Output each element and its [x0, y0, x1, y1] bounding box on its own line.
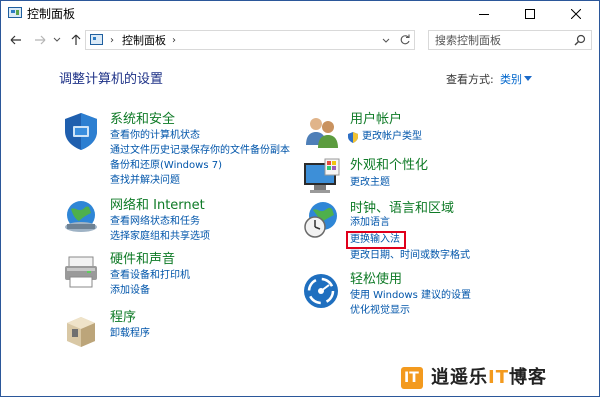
link-add-device[interactable]: 添加设备: [110, 285, 150, 297]
view-by-dropdown[interactable]: 类别: [500, 73, 522, 86]
up-arrow-icon: [71, 34, 81, 45]
minimize-icon: [479, 14, 489, 15]
control-panel-app-icon: [8, 7, 22, 18]
watermark: IT 逍遥乐IT博客: [401, 365, 591, 391]
personalization-monitor-icon: [304, 158, 340, 193]
category-title-system-security[interactable]: 系统和安全: [110, 112, 175, 127]
breadcrumb-control-panel[interactable]: 控制面板: [122, 34, 166, 47]
category-appearance: 外观和个性化 更改主题: [301, 157, 561, 197]
up-button[interactable]: [67, 31, 85, 49]
link-use-recommended-settings[interactable]: 使用 Windows 建议的设置: [350, 290, 471, 302]
maximize-button[interactable]: [507, 1, 553, 27]
close-button[interactable]: [553, 1, 599, 27]
uac-shield-icon: [348, 132, 358, 143]
watermark-text: 逍遥乐IT博客: [431, 367, 547, 388]
network-globe-icon: [65, 201, 97, 232]
forward-arrow-icon: [35, 35, 46, 45]
search-placeholder[interactable]: 搜索控制面板: [435, 34, 501, 47]
category-title-clock-region[interactable]: 时钟、语言和区域: [350, 201, 454, 216]
link-view-computer-status[interactable]: 查看你的计算机状态: [110, 130, 200, 142]
link-devices-printers[interactable]: 查看设备和打印机: [110, 270, 190, 282]
link-network-status[interactable]: 查看网络状态和任务: [110, 216, 200, 228]
page-title: 调整计算机的设置: [59, 72, 164, 87]
maximize-icon: [525, 9, 535, 19]
programs-box-icon: [67, 317, 95, 347]
view-by-label: 查看方式:: [446, 73, 494, 86]
link-file-history[interactable]: 通过文件历史记录保存你的文件备份副本: [110, 145, 290, 157]
title-bar[interactable]: 控制面板: [1, 1, 599, 27]
link-change-input-method[interactable]: 更换输入法: [350, 234, 400, 246]
category-hardware: 硬件和声音 查看设备和打印机 添加设备: [61, 251, 301, 301]
search-box[interactable]: 搜索控制面板: [428, 30, 592, 50]
printer-icon: [65, 256, 97, 288]
recent-locations-button[interactable]: [51, 31, 63, 49]
link-change-date-time-format[interactable]: 更改日期、时间或数字格式: [350, 250, 470, 262]
link-troubleshoot[interactable]: 查找并解决问题: [110, 175, 180, 187]
search-icon[interactable]: [574, 34, 586, 46]
watermark-logo: IT: [401, 367, 423, 389]
category-ease-of-access: 轻松使用 使用 Windows 建议的设置 优化视觉显示: [301, 271, 561, 321]
users-icon: [306, 118, 338, 148]
link-optimize-visual-display[interactable]: 优化视觉显示: [350, 305, 410, 317]
link-homegroup[interactable]: 选择家庭组和共享选项: [110, 231, 210, 243]
link-change-theme[interactable]: 更改主题: [350, 177, 390, 189]
control-panel-window: 控制面板 › 控制面板 › 搜索控制面板 调整计算机的设置 查看方式: 类别 系…: [0, 0, 600, 397]
refresh-icon[interactable]: [399, 33, 411, 47]
navigation-bar: › 控制面板 › 搜索控制面板: [1, 29, 599, 53]
category-network: 网络和 Internet 查看网络状态和任务 选择家庭组和共享选项: [61, 197, 301, 247]
category-title-ease-of-access[interactable]: 轻松使用: [350, 272, 402, 287]
address-bar[interactable]: › 控制面板 ›: [85, 30, 415, 50]
link-change-account-type[interactable]: 更改帐户类型: [362, 131, 422, 143]
link-uninstall-program[interactable]: 卸载程序: [110, 328, 150, 340]
chevron-down-icon: [53, 37, 61, 42]
back-arrow-icon: [10, 35, 21, 45]
view-by-caret-icon[interactable]: [524, 76, 532, 81]
category-programs: 程序 卸载程序: [61, 309, 301, 349]
address-dropdown-icon[interactable]: [382, 34, 390, 46]
category-title-network[interactable]: 网络和 Internet: [110, 198, 205, 213]
ease-of-access-icon: [304, 274, 338, 308]
link-add-language[interactable]: 添加语言: [350, 217, 390, 229]
breadcrumb-separator[interactable]: ›: [110, 34, 114, 47]
breadcrumb-separator[interactable]: ›: [172, 34, 176, 47]
category-user-accounts: 用户帐户 更改帐户类型: [301, 111, 561, 151]
category-title-user-accounts[interactable]: 用户帐户: [350, 112, 402, 127]
close-icon: [571, 9, 581, 19]
category-title-hardware[interactable]: 硬件和声音: [110, 252, 175, 267]
category-system-security: 系统和安全 查看你的计算机状态 通过文件历史记录保存你的文件备份副本 备份和还原…: [61, 111, 301, 191]
shield-icon: [65, 113, 97, 150]
minimize-button[interactable]: [461, 1, 507, 27]
category-clock-region: 时钟、语言和区域 添加语言 更换输入法 更改日期、时间或数字格式: [301, 200, 561, 266]
control-panel-icon: [90, 34, 103, 45]
link-backup-restore[interactable]: 备份和还原(Windows 7): [110, 160, 222, 172]
window-title: 控制面板: [27, 7, 76, 21]
category-title-programs[interactable]: 程序: [110, 310, 136, 325]
forward-button[interactable]: [31, 31, 49, 49]
clock-globe-icon: [304, 202, 337, 238]
back-button[interactable]: [7, 31, 25, 49]
category-title-appearance[interactable]: 外观和个性化: [350, 158, 428, 173]
